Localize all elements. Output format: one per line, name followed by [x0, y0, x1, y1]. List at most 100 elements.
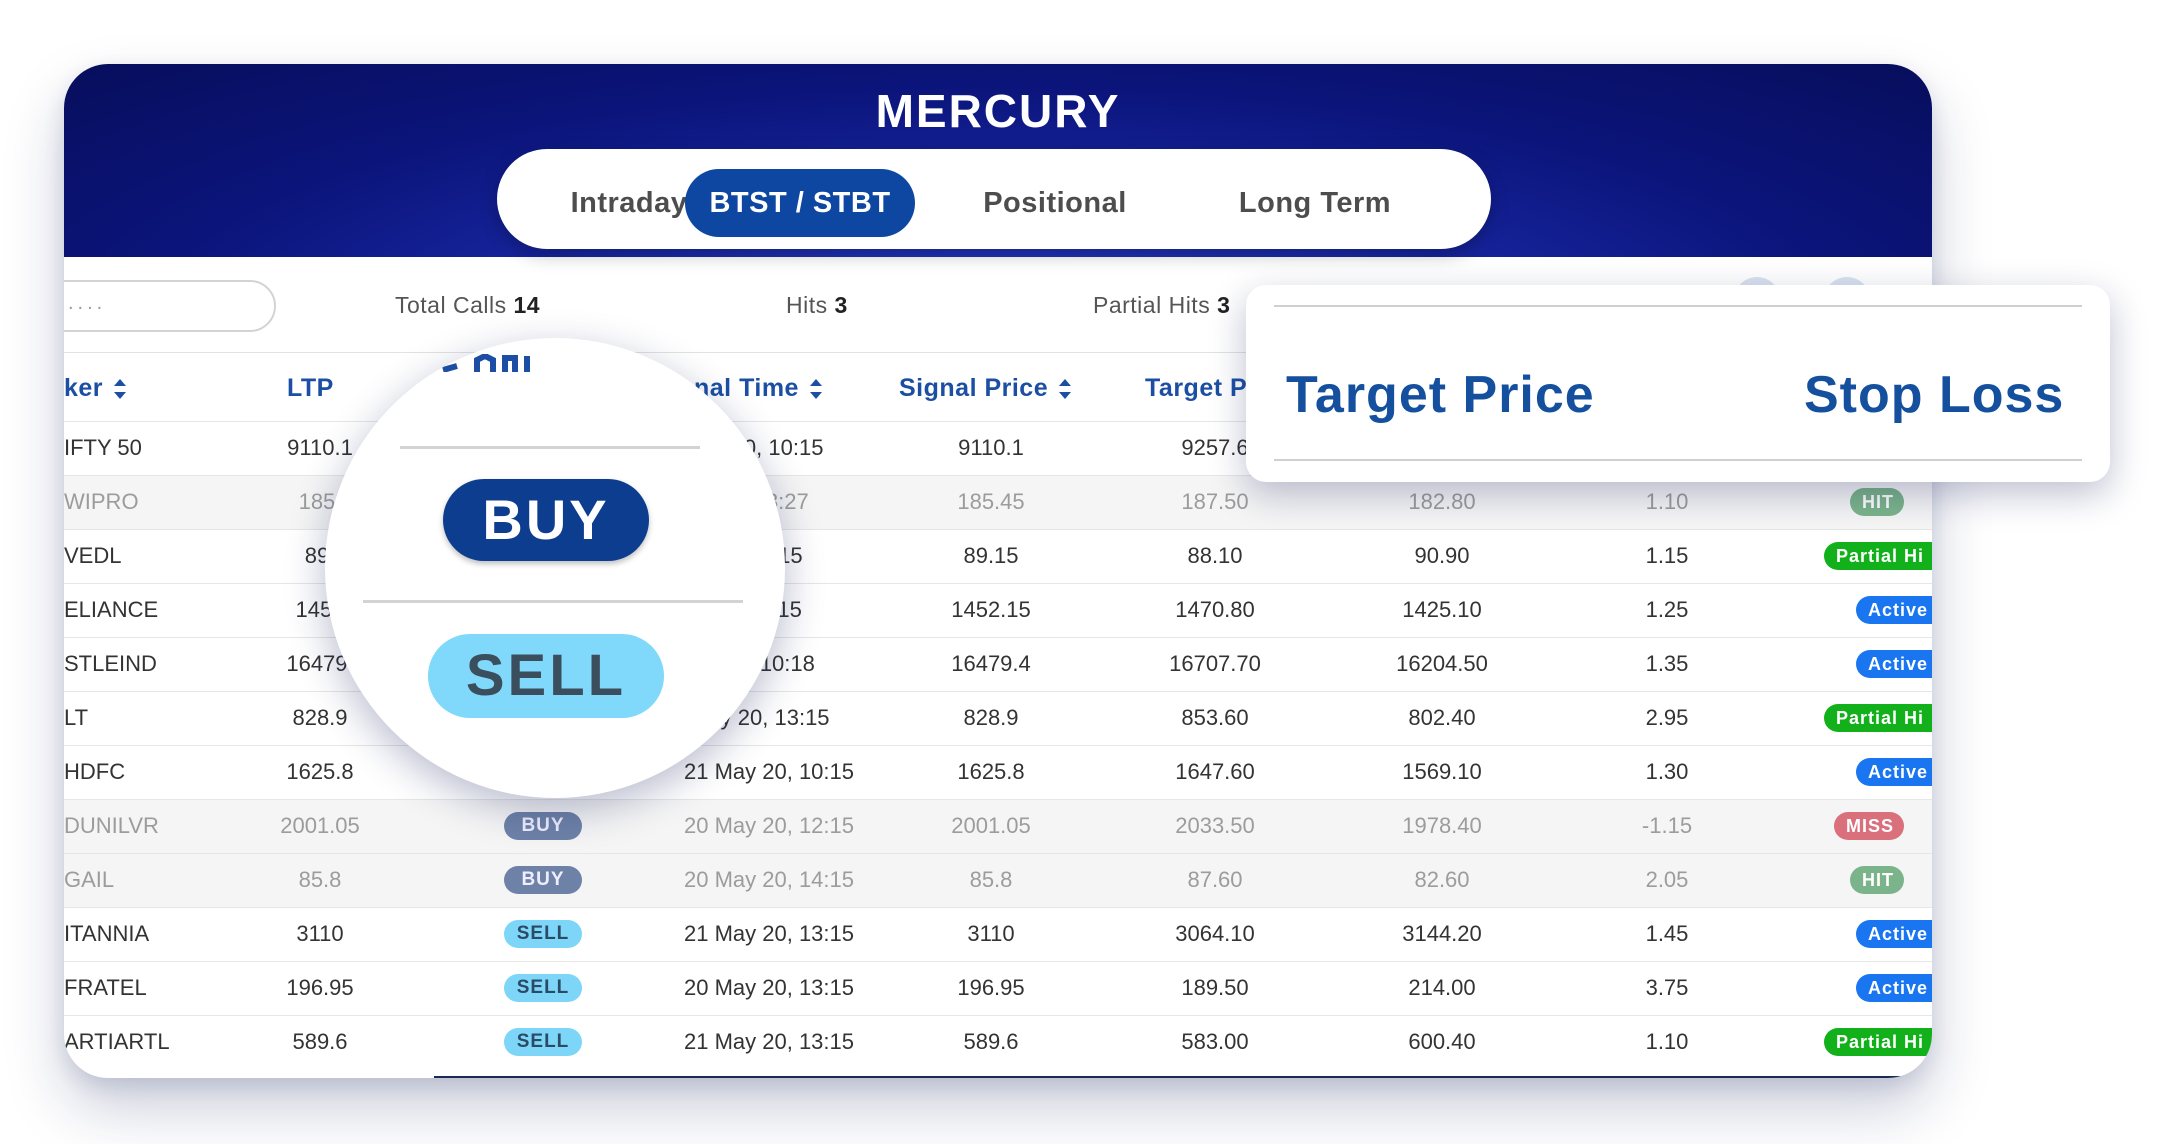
status-badge: Partial Hi	[1824, 1028, 1932, 1056]
hits-label: Hits	[786, 292, 828, 318]
cell-signal-time: 21 May 20, 13:15	[683, 1029, 855, 1054]
status-badge: Active	[1856, 596, 1932, 624]
tab-btst-stbt[interactable]: BTST / STBT	[685, 169, 915, 237]
cell-signal-price: 2001.05	[951, 813, 1031, 838]
table-row[interactable]: GAIL 85.8 BUY 20 May 20, 14:15 85.8 87.60 82.6…	[64, 853, 1932, 908]
sort-icon[interactable]	[1058, 378, 1072, 400]
total-calls-value: 14	[513, 292, 541, 318]
cell-ticker: LT	[64, 705, 89, 730]
cell-stop-loss: 1978.40	[1402, 813, 1482, 838]
mag-column-fragment	[437, 354, 567, 372]
status-badge: Partial Hi	[1824, 704, 1932, 732]
search-input[interactable]: ....	[64, 280, 276, 332]
cell-signal-price: 1452.15	[951, 597, 1031, 622]
cell-risk-reward: -1.15	[1641, 813, 1693, 838]
cell-ticker: DUNILVR	[64, 813, 159, 838]
cell-stop-loss: 90.90	[1414, 543, 1470, 568]
tab-long-term[interactable]: Long Term	[1185, 169, 1445, 237]
signal-badge: BUY	[504, 812, 582, 840]
cell-target-price: 189.50	[1181, 975, 1249, 1000]
mag-buy-badge: BUY	[443, 479, 649, 561]
column-target-price[interactable]: Target P	[1145, 374, 1247, 403]
cell-ltp: 196.95	[286, 975, 354, 1000]
status-badge: HIT	[1850, 488, 1904, 516]
cell-target-price: 88.10	[1187, 543, 1243, 568]
app-header: MERCURY Intraday BTST / STBT Positional …	[64, 64, 1932, 257]
cell-ticker: ELIANCE	[64, 597, 159, 622]
signal-badge: SELL	[504, 974, 582, 1002]
cell-stop-loss: 600.40	[1408, 1029, 1476, 1054]
cell-risk-reward: 1.10	[1645, 489, 1689, 514]
cell-signal-price: 16479.4	[951, 651, 1031, 676]
overlay-divider	[1274, 305, 2082, 307]
bottom-scrollbar[interactable]	[434, 1076, 1932, 1078]
cell-risk-reward: 1.10	[1645, 1029, 1689, 1054]
cell-risk-reward: 1.30	[1645, 759, 1689, 784]
cell-target-price: 583.00	[1181, 1029, 1249, 1054]
column-ltp[interactable]: LTP	[287, 374, 334, 403]
signal-badge: SELL	[504, 1028, 582, 1056]
status-badge: HIT	[1850, 866, 1904, 894]
cell-ticker: WIPRO	[64, 489, 139, 514]
cell-signal-price: 196.95	[957, 975, 1025, 1000]
column-ticker-label: ker	[64, 374, 104, 402]
column-ticker[interactable]: ker	[64, 374, 127, 403]
cell-ltp: 9110.1	[287, 435, 353, 460]
overlay-target-price: Target Price	[1286, 366, 1595, 424]
sort-icon[interactable]	[113, 378, 127, 400]
cell-ticker: GAIL	[64, 867, 115, 892]
cell-ltp: 589.6	[292, 1029, 348, 1054]
cell-signal-price: 1625.8	[957, 759, 1025, 784]
cell-target-price: 187.50	[1181, 489, 1249, 514]
overlay-stop-loss: Stop Loss	[1804, 366, 2065, 424]
cell-risk-reward: 1.35	[1645, 651, 1689, 676]
cell-signal-time: 21 May 20, 13:15	[683, 921, 855, 946]
tab-bar: Intraday BTST / STBT Positional Long Ter…	[497, 149, 1491, 249]
column-signal-price[interactable]: Signal Price	[899, 374, 1072, 403]
status-badge: Active	[1856, 758, 1932, 786]
table-row[interactable]: HDFC 1625.8 21 May 20, 10:15 1625.8 1647.60 1…	[64, 745, 1932, 800]
cell-target-price: 1647.60	[1175, 759, 1255, 784]
cell-target-price: 1470.80	[1175, 597, 1255, 622]
cell-ltp: 85.8	[298, 867, 342, 892]
cell-ticker: HDFC	[64, 759, 126, 784]
cell-signal-time: 20 May 20, 12:15	[683, 813, 855, 838]
cell-signal-price: 3110	[967, 921, 1015, 946]
table-row[interactable]: LT 828.9 ay 20, 13:15 828.9 853.60 802.40 2.95…	[64, 691, 1932, 746]
cell-target-price: 2033.50	[1175, 813, 1255, 838]
cell-target-price: 87.60	[1187, 867, 1243, 892]
column-signal-price-label: Signal Price	[899, 374, 1049, 402]
status-badge: Active	[1856, 650, 1932, 678]
table-row[interactable]: DUNILVR 2001.05 BUY 20 May 20, 12:15 2001.05…	[64, 799, 1932, 854]
cell-signal-price: 589.6	[963, 1029, 1019, 1054]
partial-hits-value: 3	[1217, 292, 1231, 318]
price-zoom-overlay: Target Price Stop Loss	[1246, 285, 2110, 482]
cell-stop-loss: 182.80	[1408, 489, 1476, 514]
cell-stop-loss: 1425.10	[1402, 597, 1482, 622]
cell-stop-loss: 1569.10	[1402, 759, 1482, 784]
table-row[interactable]: ARTIARTL 589.6 SELL 21 May 20, 13:15 589.6 58…	[64, 1015, 1932, 1070]
total-calls-stat: Total Calls 14	[395, 292, 540, 319]
cell-target-price: 3064.10	[1175, 921, 1255, 946]
cell-ticker: VEDL	[64, 543, 122, 568]
status-badge: Active	[1856, 974, 1932, 1002]
mag-sell-badge: SELL	[428, 634, 664, 718]
column-signal-time[interactable]: nal Time	[694, 374, 823, 403]
cell-ticker: ITANNIA	[64, 921, 150, 946]
cell-risk-reward: 3.75	[1645, 975, 1689, 1000]
app-title: MERCURY	[875, 85, 1121, 137]
cell-signal-price: 828.9	[963, 705, 1019, 730]
table-row[interactable]: FRATEL 196.95 SELL 20 May 20, 13:15 196.95 18…	[64, 961, 1932, 1016]
cell-target-price: 16707.70	[1169, 651, 1261, 676]
tab-positional[interactable]: Positional	[941, 169, 1169, 237]
sort-icon[interactable]	[809, 378, 823, 400]
cell-ticker: FRATEL	[64, 975, 147, 1000]
table-row[interactable]: ITANNIA 3110 SELL 21 May 20, 13:15 3110 3064.…	[64, 907, 1932, 962]
magnifier-zoom: BUY SELL	[325, 338, 785, 798]
total-calls-label: Total Calls	[395, 292, 507, 318]
cell-risk-reward: 2.95	[1645, 705, 1689, 730]
mag-divider	[400, 446, 700, 449]
signal-badge: BUY	[504, 866, 582, 894]
cell-stop-loss: 16204.50	[1396, 651, 1488, 676]
mag-divider	[363, 600, 743, 603]
